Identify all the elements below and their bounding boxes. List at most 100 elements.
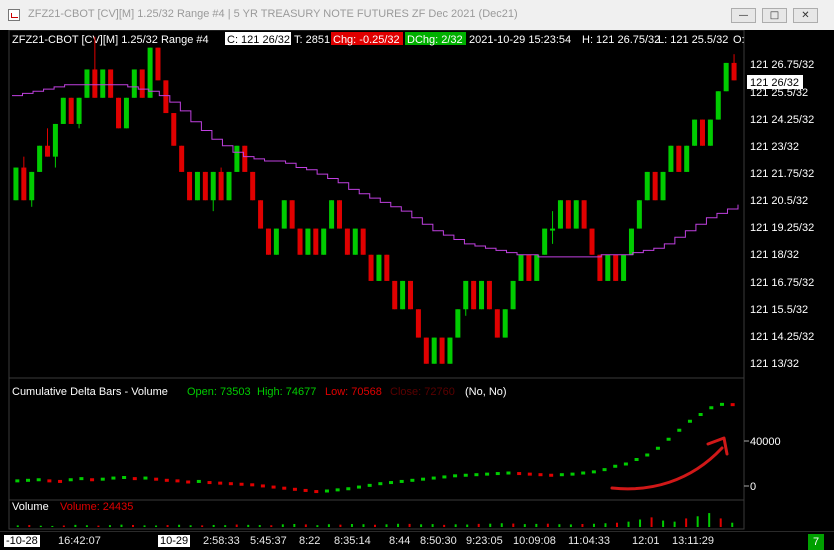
close-button[interactable]: ✕	[793, 8, 818, 23]
volume-bar	[132, 524, 134, 527]
volume-bar	[385, 524, 388, 527]
time-label: 2:58:33	[203, 535, 240, 547]
delta-bar	[666, 437, 671, 441]
volume-title: Volume	[12, 501, 49, 513]
candle-body	[321, 228, 327, 255]
delta-bar	[58, 479, 63, 483]
candle-body	[68, 97, 74, 124]
candle-body	[202, 171, 208, 201]
volume-bar	[592, 523, 595, 527]
price-label: 121 14.25/32	[750, 331, 814, 343]
candle-body	[455, 309, 461, 338]
volume-bar	[650, 517, 653, 527]
volume-bar	[535, 523, 538, 527]
volume-bar	[397, 523, 400, 527]
price-axis: 121 26.75/32 121 25.5/32 121 24.25/32 12…	[747, 59, 814, 370]
delta-bar	[687, 419, 692, 423]
delta-bar	[282, 486, 287, 490]
price-label: 121 18/32	[750, 249, 799, 261]
delta-bar	[367, 483, 372, 487]
candle-body	[179, 145, 185, 172]
candle-body	[494, 309, 500, 338]
delta-bar	[655, 446, 660, 450]
candle-body	[281, 200, 287, 229]
time-label: 8:35:14	[334, 535, 371, 547]
time-label: 8:22	[299, 535, 321, 547]
delta-bar	[399, 479, 404, 483]
volume-bar	[523, 524, 526, 527]
volume-bar	[97, 525, 100, 527]
volume-bar	[339, 524, 342, 527]
volume-bar	[108, 525, 111, 527]
delta-bar	[164, 478, 169, 482]
volume-bar	[350, 524, 353, 527]
volume-bar	[569, 524, 572, 527]
header-close: C: 121 26/32	[227, 34, 290, 46]
volume-bar	[224, 525, 227, 527]
candle-body	[384, 254, 390, 281]
delta-bar	[154, 477, 159, 481]
maximize-button[interactable]: □	[762, 8, 787, 23]
volume-bar	[293, 524, 296, 527]
volume-bar	[74, 524, 77, 527]
volume-bar	[408, 523, 411, 527]
candle-body	[518, 254, 524, 281]
delta-bar	[389, 481, 394, 485]
delta-bar	[527, 472, 532, 476]
delta-open: Open: 73503	[187, 386, 251, 398]
volume-bar	[477, 523, 480, 527]
delta-bar	[581, 471, 586, 475]
delta-bar	[207, 481, 212, 485]
delta-title: Cumulative Delta Bars - Volume	[12, 386, 168, 398]
price-label: 121 23/32	[750, 141, 799, 153]
volume-series	[16, 513, 734, 527]
delta-bar	[591, 470, 596, 474]
volume-bar	[235, 524, 238, 527]
time-label: 8:44	[389, 535, 411, 547]
candle-body	[652, 171, 658, 201]
candle-body	[60, 97, 66, 124]
candle-body	[565, 200, 571, 229]
candle-body	[250, 171, 256, 201]
chart-area[interactable]: ZFZ21-CBOT [CV][M] 1.25/32 Range #4 C: 1…	[0, 30, 834, 530]
time-label: 8:50:30	[420, 535, 457, 547]
delta-bar	[175, 479, 180, 483]
volume-bar	[143, 525, 146, 527]
status-badge: 7	[808, 534, 824, 550]
annotation-arrow	[610, 436, 729, 491]
header-datetime: 2021-10-29 15:23:54	[469, 34, 571, 46]
title-bar[interactable]: ZFZ21-CBOT [CV][M] 1.25/32 Range #4 | 5 …	[0, 0, 834, 31]
delta-bar	[570, 472, 575, 476]
volume-value: Volume: 24435	[60, 501, 133, 513]
price-label: 121 26.75/32	[750, 59, 814, 71]
volume-bar	[443, 524, 446, 527]
delta-bar	[453, 474, 458, 478]
volume-bar	[316, 525, 319, 527]
time-label: 10-29	[158, 535, 191, 547]
candle-body	[668, 145, 674, 172]
volume-bar	[627, 521, 630, 527]
delta-bar	[228, 482, 233, 486]
volume-bar	[85, 525, 88, 527]
candle-body	[660, 171, 666, 201]
volume-bar	[719, 518, 722, 527]
volume-bar	[616, 522, 618, 527]
volume-bar	[558, 524, 561, 527]
volume-bar	[362, 524, 365, 527]
delta-bar	[442, 475, 447, 479]
delta-bar	[292, 487, 297, 491]
minimize-button[interactable]: —	[731, 8, 756, 23]
candle-body	[218, 171, 224, 201]
candle-body	[37, 145, 43, 172]
candle-body	[502, 309, 508, 338]
delta-bar	[431, 476, 436, 480]
candle-body	[636, 200, 642, 229]
delta-bar	[132, 477, 137, 481]
candle-body	[534, 254, 540, 281]
candle-body	[187, 171, 193, 201]
header-row: ZFZ21-CBOT [CV][M] 1.25/32 Range #4 C: 1…	[12, 32, 745, 46]
header-symbol: ZFZ21-CBOT [CV][M] 1.25/32 Range #4	[12, 34, 209, 46]
delta-bar	[559, 473, 564, 477]
volume-bar	[454, 524, 457, 527]
volume-bar	[258, 525, 261, 527]
